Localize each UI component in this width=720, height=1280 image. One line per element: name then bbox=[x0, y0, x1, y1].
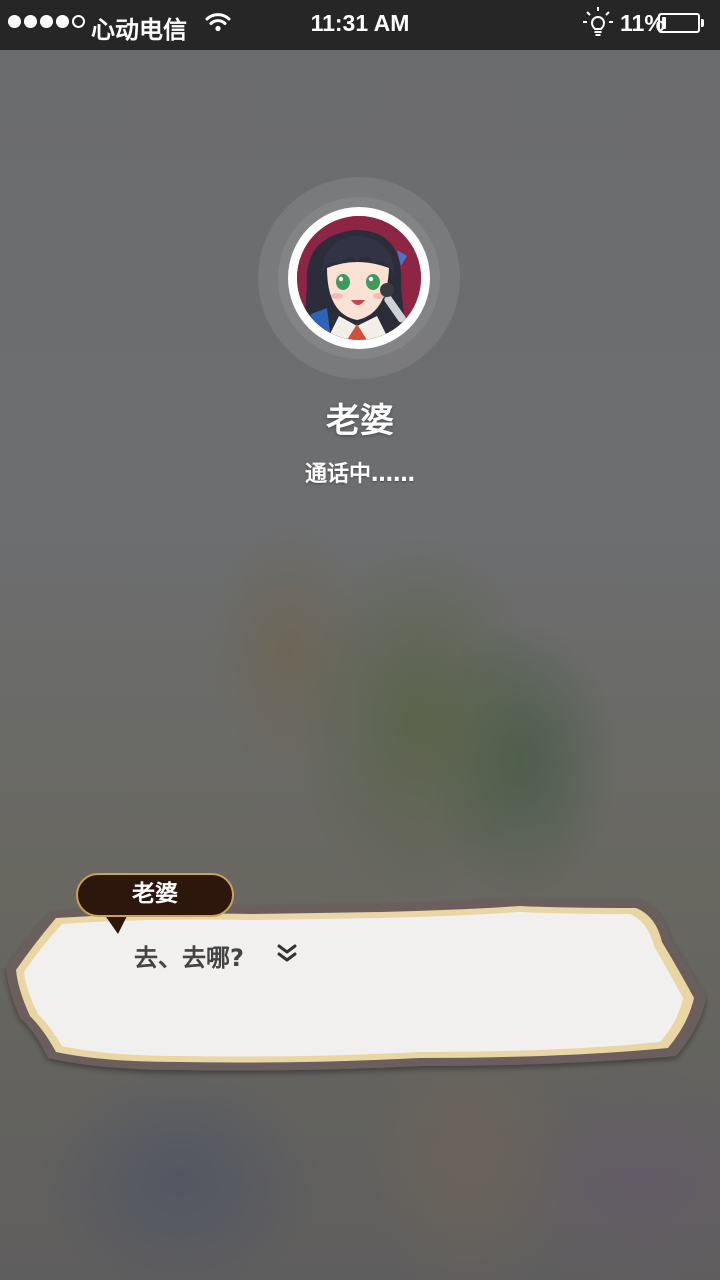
battery-tip bbox=[701, 19, 704, 27]
caller-avatar bbox=[297, 216, 421, 340]
speaker-name-tag: 老婆 bbox=[76, 873, 234, 917]
battery-fill bbox=[662, 17, 666, 29]
battery-icon bbox=[658, 13, 700, 33]
status-bar: 心动电信 11:31 AM 11% bbox=[0, 0, 720, 50]
dialogue-text: 去、去哪? bbox=[134, 944, 244, 972]
lightbulb-icon bbox=[582, 6, 614, 45]
double-chevron-down-icon[interactable] bbox=[276, 943, 298, 967]
caller-name: 老婆 bbox=[326, 401, 394, 441]
call-status: 通话中…… bbox=[304, 462, 415, 487]
speaker-tag-tail bbox=[104, 914, 128, 934]
